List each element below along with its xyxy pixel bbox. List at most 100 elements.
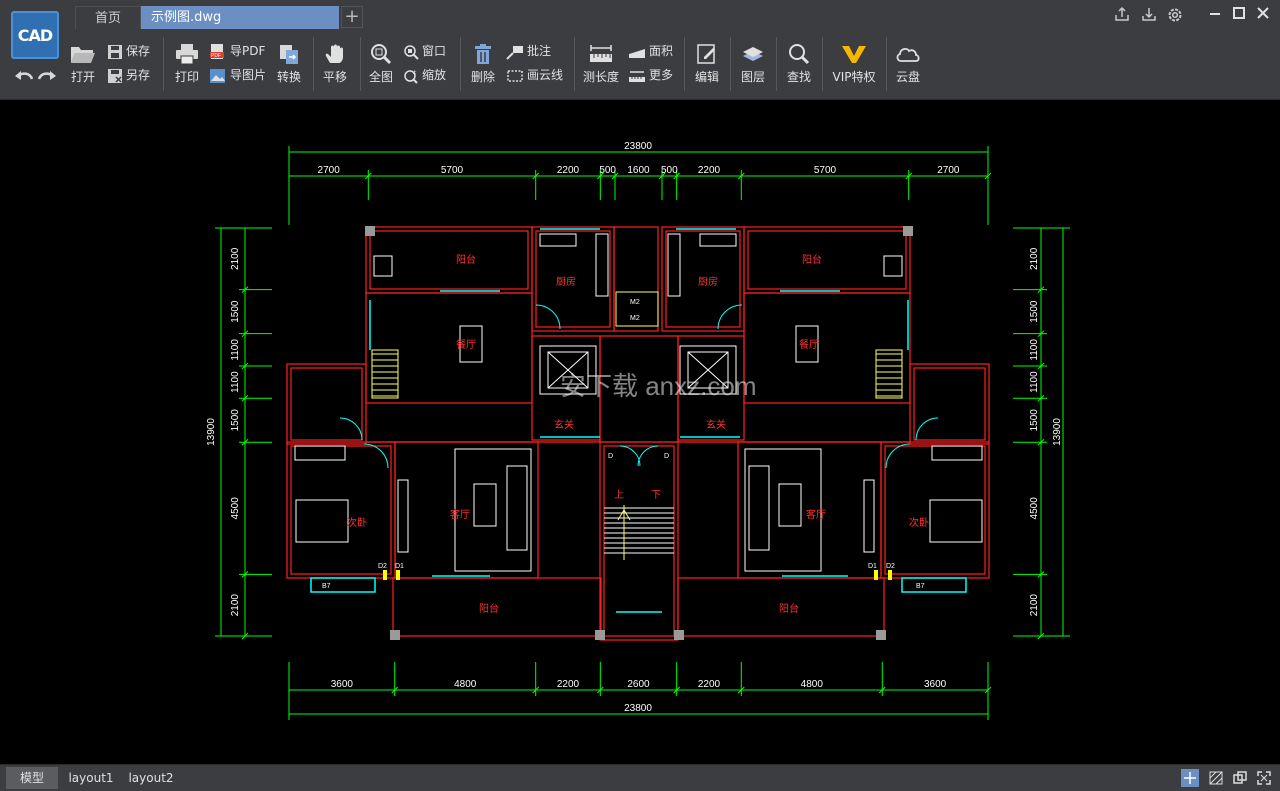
zoom-button[interactable]: ± 缩放 [403,65,446,85]
room-label-balcony-left: 阳台 [456,253,476,266]
tab-home[interactable]: 首页 [75,6,141,29]
right-dim-text-3: 1100 [1029,371,1040,393]
convert-label: 转换 [276,70,301,84]
annotate-button[interactable]: 批注 [506,41,551,61]
zoom-window-button[interactable]: 窗口 [403,41,446,61]
measure-length-button[interactable]: 测长度 [582,43,620,85]
undo-icon[interactable] [14,68,34,87]
tab-layout1[interactable]: layout1 [62,767,120,789]
bottom-dim-text-5: 4800 [801,679,824,690]
hand-icon [325,44,343,63]
layers-label: 图层 [740,70,765,84]
room-label-bedroom-right: 次卧 [909,516,929,529]
cloud-label: 云盘 [895,70,920,84]
top-dim-text-4: 1600 [627,165,650,176]
minimize-icon[interactable] [1205,6,1225,26]
settings-icon[interactable] [1165,6,1185,26]
vip-label: VIP特权 [832,70,876,84]
hatch-icon[interactable] [1207,769,1225,787]
tab-example-dwg[interactable]: 示例图.dwg [141,6,339,29]
bottom-dim-text-6: 3600 [924,679,947,690]
room-label-entry-left: 玄关 [554,418,574,431]
convert-button[interactable]: 转换 [274,43,304,85]
door-tag-d2-left: D2 [378,563,387,570]
cad-viewer-window: 首页 示例图.dwg + 打开 保存 另存 打印 PDF 导PDF 导图片 转换… [0,0,1280,791]
vip-button[interactable]: VIP特权 [830,43,878,85]
maximize-icon[interactable] [1229,6,1249,26]
find-button[interactable]: 查找 [784,43,814,85]
download-icon[interactable] [1139,6,1159,26]
right-dim-text-5: 4500 [1029,497,1040,520]
bottom-dim-text-2: 2200 [557,679,580,690]
open-button[interactable]: 打开 [67,43,99,85]
tab-layout2[interactable]: layout2 [122,767,180,789]
fullscreen-icon[interactable] [1255,769,1273,787]
export-image-label: 导图片 [230,68,267,82]
pan-label: 平移 [322,70,347,84]
cloud-icon [896,47,920,62]
left-dim-text-3: 1100 [230,371,241,393]
tab-model[interactable]: 模型 [6,767,58,789]
export-pdf-label: 导PDF [230,44,266,58]
annotate-label: 批注 [527,44,552,58]
more-button[interactable]: 更多 [628,65,673,85]
layout-tab-bar: 模型 layout1 layout2 [0,764,1280,791]
export-image-button[interactable]: 导图片 [209,65,266,85]
print-label: 打印 [174,70,199,84]
left-dim-text-4: 1500 [230,409,241,432]
search-icon [789,44,810,65]
delete-label: 删除 [470,70,495,84]
printer-icon [176,44,198,65]
crosshair-icon[interactable] [1181,769,1199,787]
right-dim-text-4: 1500 [1029,409,1040,432]
redo-icon[interactable] [37,68,57,87]
top-dim-text-3: 500 [599,165,616,176]
area-button[interactable]: 面积 [628,41,673,61]
cloud-button[interactable]: 云盘 [893,43,923,85]
toolbar-separator [360,37,361,91]
pan-button[interactable]: 平移 [320,43,350,85]
room-label-dining-right: 餐厅 [799,338,819,351]
floor-plan-drawing: 2700 5700 2200 500 1600 500 2200 5700 2700 3600 48… [206,141,1070,720]
layers-button[interactable]: 图层 [738,43,768,85]
svg-text:±: ± [413,70,417,76]
room-label-dining-left: 餐厅 [456,338,476,351]
folder-icon [71,47,95,63]
delete-button[interactable]: 删除 [468,43,498,85]
overall-dim-text-top: 23800 [624,141,652,152]
revcloud-label: 画云线 [527,68,564,82]
window-tag-m2-bottom: M2 [630,315,640,322]
toolbar-separator [822,37,823,91]
close-icon[interactable] [1253,6,1273,26]
edit-button[interactable]: 编辑 [692,43,722,85]
add-tab-button[interactable]: + [341,6,363,28]
measure-length-label: 测长度 [582,70,619,84]
revcloud-button[interactable]: 画云线 [506,65,563,85]
door-tag-d-left: D [608,453,613,460]
right-dim-text-2: 1100 [1029,339,1040,361]
zoom-icon: ± [404,70,418,84]
export-pdf-button[interactable]: PDF 导PDF [209,41,265,61]
viewports-icon[interactable] [1231,769,1249,787]
save-as-button[interactable]: 另存 [107,65,150,85]
top-dim-text-7: 5700 [814,165,837,176]
revcloud-icon [507,69,523,82]
print-button[interactable]: 打印 [172,43,202,85]
stair-down-label: 下 [651,490,661,501]
room-label-bedroom-left: 次卧 [347,516,367,529]
more-measure-icon [629,70,645,82]
toolbar-ribbon: 打开 保存 另存 打印 PDF 导PDF 导图片 转换 平移 全图 窗口 ± 缩… [0,31,1280,100]
bottom-dim-text-0: 3600 [331,679,354,690]
full-view-button[interactable]: 全图 [366,43,396,85]
dimension-lines [215,146,1070,720]
left-dim-text-1: 1500 [230,300,241,323]
top-dim-text-8: 2700 [937,165,960,176]
save-button[interactable]: 保存 [107,41,150,61]
room-label-living-left: 客厅 [450,508,470,521]
share-icon[interactable] [1112,6,1132,26]
toolbar-separator [776,37,777,91]
top-dim-text-1: 5700 [441,165,464,176]
drawing-canvas[interactable]: 2700 5700 2200 500 1600 500 2200 5700 2700 3600 48… [0,100,1280,764]
toolbar-separator [460,37,461,91]
cabinet-tag-left: B7 [322,583,331,590]
